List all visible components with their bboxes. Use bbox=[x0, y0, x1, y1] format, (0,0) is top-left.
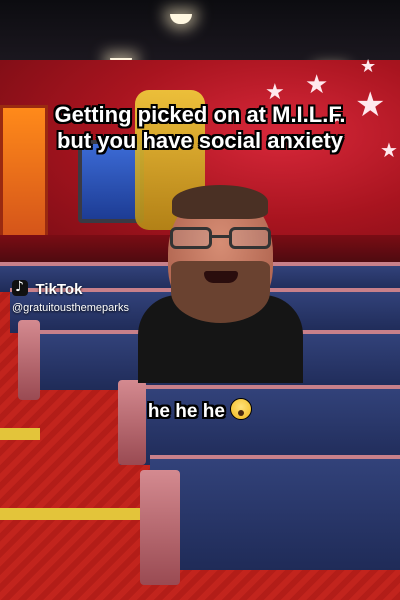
open-mouth bbox=[204, 271, 238, 283]
creator-handle: @gratuitousthemeparks bbox=[12, 302, 129, 314]
person-face-cutout bbox=[138, 183, 303, 383]
carpet-stripe bbox=[0, 428, 40, 440]
glasses-bridge bbox=[212, 235, 229, 238]
top-caption: Getting picked on at M.I.L.F. but you ha… bbox=[54, 102, 346, 153]
glasses-lens bbox=[229, 227, 271, 249]
carpet-stripe bbox=[0, 508, 150, 520]
tiktok-brand: TikTok bbox=[35, 281, 83, 298]
bottom-caption-line: he he he bbox=[0, 398, 400, 423]
theater-seat-row bbox=[120, 385, 400, 465]
hair bbox=[172, 185, 268, 219]
tiktok-watermark: TikTok @gratuitousthemeparks bbox=[12, 279, 129, 314]
face-screaming-in-fear-icon bbox=[230, 398, 253, 420]
star-icon: ★ bbox=[305, 70, 329, 100]
tiktok-logo-icon bbox=[12, 279, 28, 296]
seat-armrest bbox=[140, 470, 180, 585]
glasses bbox=[170, 227, 271, 251]
seat-armrest bbox=[18, 320, 40, 400]
video-frame: ★ ★ ★ ★ ★ ★ TikTok @gratuitousthemeparks… bbox=[0, 0, 400, 600]
glasses-lens bbox=[170, 227, 212, 249]
star-icon: ★ bbox=[265, 80, 285, 105]
star-icon: ★ bbox=[360, 56, 377, 77]
theater-seat-row bbox=[150, 455, 400, 570]
bottom-caption: he he he bbox=[147, 401, 225, 422]
